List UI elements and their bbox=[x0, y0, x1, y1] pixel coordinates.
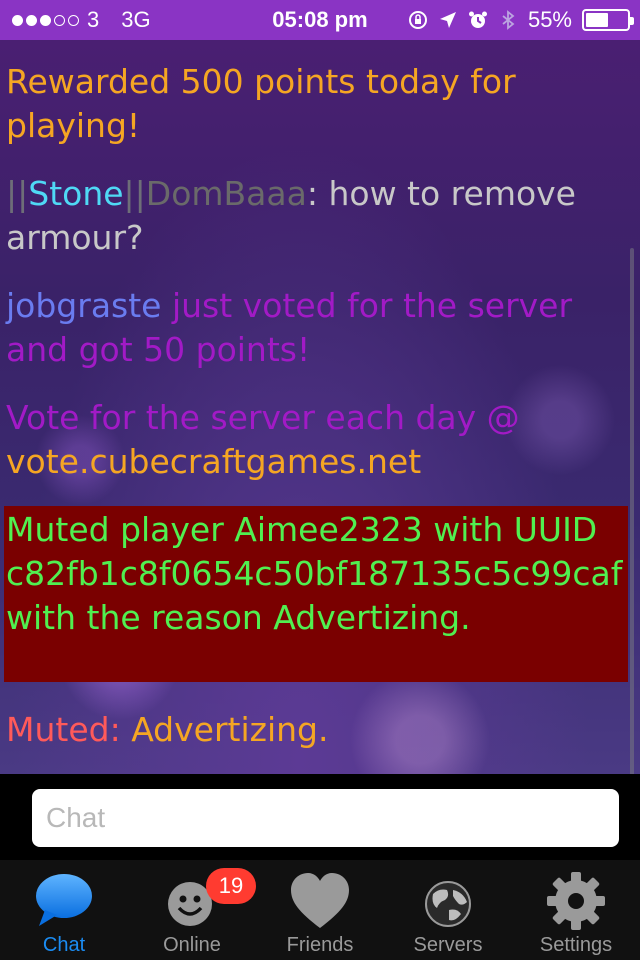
alarm-clock-icon bbox=[468, 11, 487, 28]
chat-log[interactable]: Rewarded 500 points today for playing! |… bbox=[0, 40, 640, 774]
tab-friends[interactable]: Friends bbox=[256, 860, 384, 960]
heart-icon bbox=[291, 873, 349, 928]
tab-label: Chat bbox=[42, 934, 86, 956]
bluetooth-icon bbox=[502, 10, 515, 30]
location-arrow-icon bbox=[439, 12, 456, 28]
online-count-badge: 19 bbox=[206, 868, 256, 904]
chat-input-bar bbox=[0, 774, 640, 860]
rank-tag: Stone bbox=[28, 174, 124, 213]
status-bar-right: 55% bbox=[408, 0, 634, 40]
tab-chat[interactable]: Chat bbox=[0, 860, 128, 960]
rank-separator: || bbox=[6, 174, 29, 213]
vote-link[interactable]: vote.cubecraftgames.net bbox=[6, 442, 421, 481]
player-name[interactable]: DomBaaa bbox=[146, 174, 307, 213]
tab-label: Online bbox=[163, 934, 221, 956]
scrollbar[interactable] bbox=[630, 248, 634, 774]
gear-icon bbox=[547, 872, 605, 930]
tab-servers[interactable]: Servers bbox=[384, 860, 512, 960]
speech-bubble-icon bbox=[36, 874, 92, 926]
message-text: Vote for the server each day @ bbox=[6, 398, 520, 437]
tab-label: Settings bbox=[539, 934, 613, 956]
tab-settings[interactable]: Settings bbox=[512, 860, 640, 960]
battery-icon bbox=[582, 9, 634, 31]
tab-label: Servers bbox=[413, 934, 483, 956]
rank-separator: || bbox=[123, 174, 146, 213]
chat-message: jobgraste just voted for the server and … bbox=[6, 284, 634, 372]
tab-label: Friends bbox=[286, 934, 354, 956]
chat-message: Muted: Advertizing. bbox=[6, 708, 634, 752]
chat-input[interactable] bbox=[32, 789, 619, 847]
status-bar: 3 3G 05:08 pm 55% bbox=[0, 0, 640, 40]
rotation-lock-icon bbox=[408, 11, 427, 29]
muted-label: Muted: bbox=[6, 710, 132, 749]
mute-notice: Muted player Aimee2323 with UUID c82fb1c… bbox=[4, 506, 628, 682]
globe-icon bbox=[425, 881, 471, 927]
chat-message: Rewarded 500 points today for playing! bbox=[6, 62, 516, 145]
battery-percent: 55% bbox=[527, 7, 572, 32]
tab-bar: Chat Online Friends Servers Settings bbox=[0, 860, 640, 960]
player-name[interactable]: jobgraste bbox=[6, 286, 161, 325]
chat-message: Vote for the server each day @ vote.cube… bbox=[6, 396, 634, 484]
battery-level-fill bbox=[586, 13, 608, 27]
muted-reason: Advertizing. bbox=[131, 710, 329, 749]
chat-message: ||Stone||DomBaaa: how to remove armour? bbox=[6, 172, 634, 260]
